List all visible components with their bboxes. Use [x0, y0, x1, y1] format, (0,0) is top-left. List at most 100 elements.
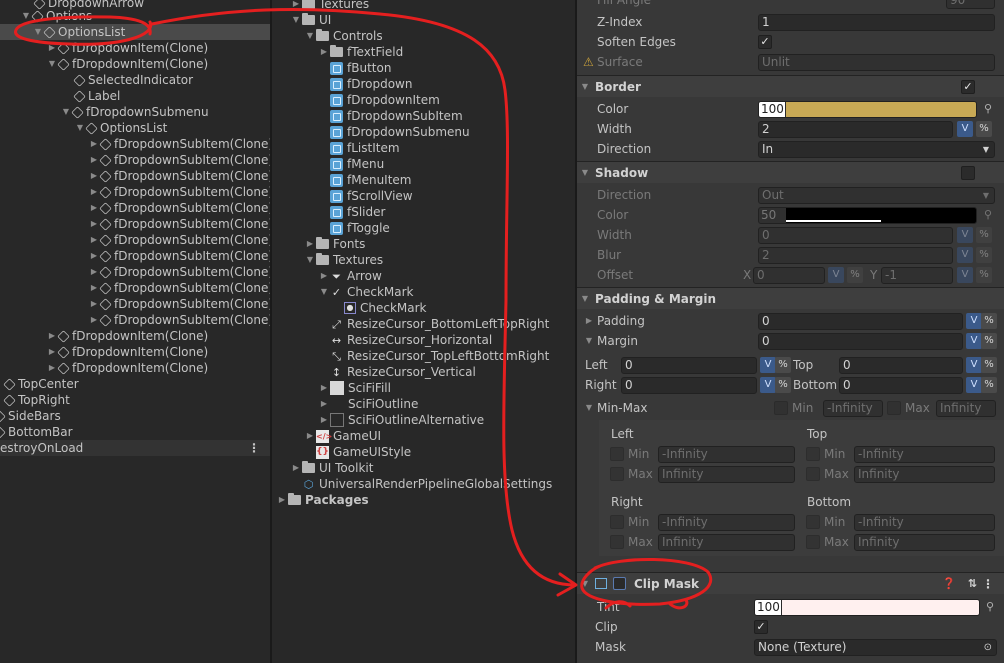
- project-item[interactable]: ▶ SciFiOutline: [318, 396, 418, 412]
- hierarchy-item[interactable]: ▼ fDropdownItem(Clone): [46, 56, 208, 72]
- help-icon[interactable]: ❓: [942, 577, 956, 590]
- expand-arrow-icon[interactable]: ▶: [276, 492, 288, 508]
- project-item[interactable]: ▼ Controls: [304, 28, 383, 44]
- project-item[interactable]: fDropdownItem: [330, 92, 440, 108]
- unit-percent-button[interactable]: %: [976, 247, 992, 263]
- expand-arrow-icon[interactable]: ▼: [20, 8, 32, 24]
- hierarchy-item[interactable]: ▼ Options: [20, 8, 92, 24]
- project-item[interactable]: {} GameUIStyle: [316, 444, 411, 460]
- min-input[interactable]: -Infinity: [823, 400, 883, 417]
- project-item[interactable]: ↔ ResizeCursor_Horizontal: [330, 332, 492, 348]
- margin-top-input[interactable]: 0: [839, 357, 963, 374]
- hierarchy-item[interactable]: TopCenter: [3, 376, 79, 392]
- shadow-width-input[interactable]: 0: [758, 227, 953, 244]
- object-picker-icon[interactable]: ⊙: [984, 640, 992, 655]
- min-checkbox[interactable]: [610, 515, 624, 529]
- project-item[interactable]: ▼ ✓ CheckMark: [318, 284, 414, 300]
- project-item[interactable]: fSlider: [330, 204, 385, 220]
- hierarchy-item[interactable]: ▶ fDropdownSubItem(Clone): [88, 136, 270, 152]
- kebab-menu-icon[interactable]: ⋮: [982, 577, 994, 591]
- hierarchy-item[interactable]: ▶ fDropdownSubItem(Clone): [88, 232, 270, 248]
- expand-arrow-icon[interactable]: ▶: [88, 136, 100, 152]
- min-checkbox[interactable]: [610, 447, 624, 461]
- margin-left-input[interactable]: 0: [621, 357, 757, 374]
- hierarchy-item[interactable]: ▶ fDropdownSubItem(Clone): [88, 248, 270, 264]
- expand-arrow-icon[interactable]: ▶: [318, 380, 330, 396]
- unit-percent-button[interactable]: %: [847, 267, 863, 283]
- unit-value-button[interactable]: V: [957, 227, 973, 243]
- hierarchy-scene-row[interactable]: estroyOnLoad ⋮: [0, 440, 270, 456]
- collapse-arrow-icon[interactable]: ▼: [579, 168, 591, 177]
- expand-arrow-icon[interactable]: ▶: [318, 396, 330, 412]
- unit-percent-button[interactable]: %: [981, 333, 997, 349]
- shadow-direction-dropdown[interactable]: Out ▼: [758, 187, 995, 204]
- preset-sliders-icon[interactable]: ⇅: [968, 577, 977, 590]
- fill-angle-input[interactable]: 90: [946, 0, 995, 9]
- max-checkbox[interactable]: [610, 467, 624, 481]
- hierarchy-item[interactable]: ▶ fDropdownSubItem(Clone): [88, 152, 270, 168]
- shadow-offset-x-input[interactable]: 0: [753, 267, 825, 284]
- max-checkbox[interactable]: [806, 467, 820, 481]
- expand-arrow-icon[interactable]: ▼: [74, 120, 86, 136]
- margin-right-input[interactable]: 0: [621, 377, 757, 394]
- expand-arrow-icon[interactable]: ▶: [46, 360, 58, 376]
- max-checkbox[interactable]: [806, 535, 820, 549]
- project-item[interactable]: ▶ </> GameUI: [304, 428, 381, 444]
- hierarchy-item[interactable]: ▶ fDropdownSubItem(Clone): [88, 296, 270, 312]
- max-input[interactable]: Infinity: [936, 400, 996, 417]
- project-item[interactable]: ▶ Fonts: [304, 236, 365, 252]
- collapse-arrow-icon[interactable]: ▼: [579, 294, 591, 303]
- unit-value-button[interactable]: V: [957, 267, 973, 283]
- min-checkbox[interactable]: [806, 515, 820, 529]
- project-item[interactable]: fDropdownSubItem: [330, 108, 463, 124]
- expand-arrow-icon[interactable]: ▼: [290, 12, 302, 28]
- clip-checkbox[interactable]: ✓: [754, 620, 768, 634]
- border-section-header[interactable]: ▼ Border: [577, 75, 1004, 97]
- border-enabled-checkbox[interactable]: ✓: [961, 80, 975, 94]
- collapse-arrow-icon[interactable]: ▼: [579, 82, 591, 91]
- margin-input[interactable]: 0: [758, 333, 963, 350]
- unit-value-button[interactable]: V: [966, 377, 982, 393]
- tint-color-field[interactable]: 100: [754, 599, 980, 616]
- hierarchy-item[interactable]: ▶ fDropdownSubItem(Clone): [88, 264, 270, 280]
- hierarchy-item[interactable]: ▶ fDropdownItem(Clone): [46, 344, 208, 360]
- eyedropper-icon[interactable]: ⚲: [981, 208, 995, 222]
- shadow-enabled-checkbox[interactable]: [961, 166, 975, 180]
- hierarchy-item[interactable]: ▼ fDropdownSubmenu: [60, 104, 209, 120]
- project-item[interactable]: fMenuItem: [330, 172, 412, 188]
- expand-arrow-icon[interactable]: ▶: [88, 296, 100, 312]
- padding-input[interactable]: 0: [758, 313, 963, 330]
- hierarchy-item[interactable]: SelectedIndicator: [73, 72, 193, 88]
- project-item[interactable]: ⤢ ResizeCursor_BottomLeftTopRight: [330, 316, 549, 332]
- expand-arrow-icon[interactable]: ▶: [88, 248, 100, 264]
- unit-value-button[interactable]: V: [760, 357, 776, 373]
- hierarchy-item[interactable]: ▶ fDropdownSubItem(Clone): [88, 184, 270, 200]
- project-item[interactable]: ↕ ResizeCursor_Vertical: [330, 364, 476, 380]
- expand-arrow-icon[interactable]: ▶: [318, 412, 330, 428]
- expand-arrow-icon[interactable]: ▶: [88, 280, 100, 296]
- project-item[interactable]: fListItem: [330, 140, 400, 156]
- project-item[interactable]: fToggle: [330, 220, 390, 236]
- eyedropper-icon[interactable]: ⚲: [981, 102, 995, 116]
- project-item[interactable]: ▼ UI: [290, 12, 331, 28]
- project-item[interactable]: ▶ Packages: [276, 492, 369, 508]
- project-item[interactable]: ▶ UI Toolkit: [290, 460, 373, 476]
- project-item[interactable]: ▶ SciFiFill: [318, 380, 391, 396]
- border-direction-dropdown[interactable]: In ▼: [758, 141, 995, 158]
- hierarchy-item[interactable]: BottomBar: [0, 424, 73, 440]
- project-item[interactable]: ▶ Textures: [290, 0, 369, 12]
- hierarchy-item[interactable]: ▶ fDropdownSubItem(Clone): [88, 216, 270, 232]
- unit-value-button[interactable]: V: [957, 121, 973, 137]
- unit-percent-button[interactable]: %: [976, 121, 992, 137]
- expand-arrow-icon[interactable]: ▶: [318, 268, 330, 284]
- project-item[interactable]: ▶ ⏷ Arrow: [318, 268, 382, 284]
- unit-percent-button[interactable]: %: [981, 357, 997, 373]
- expand-arrow-icon[interactable]: ▶: [88, 200, 100, 216]
- expand-arrow-icon[interactable]: ▶: [583, 312, 595, 330]
- min-input[interactable]: -Infinity: [854, 514, 995, 531]
- project-item[interactable]: fMenu: [330, 156, 384, 172]
- expand-arrow-icon[interactable]: ▶: [88, 232, 100, 248]
- project-item[interactable]: ▶ SciFiOutlineAlternative: [318, 412, 484, 428]
- expand-arrow-icon[interactable]: ▶: [88, 312, 100, 328]
- project-item[interactable]: fDropdownSubmenu: [330, 124, 470, 140]
